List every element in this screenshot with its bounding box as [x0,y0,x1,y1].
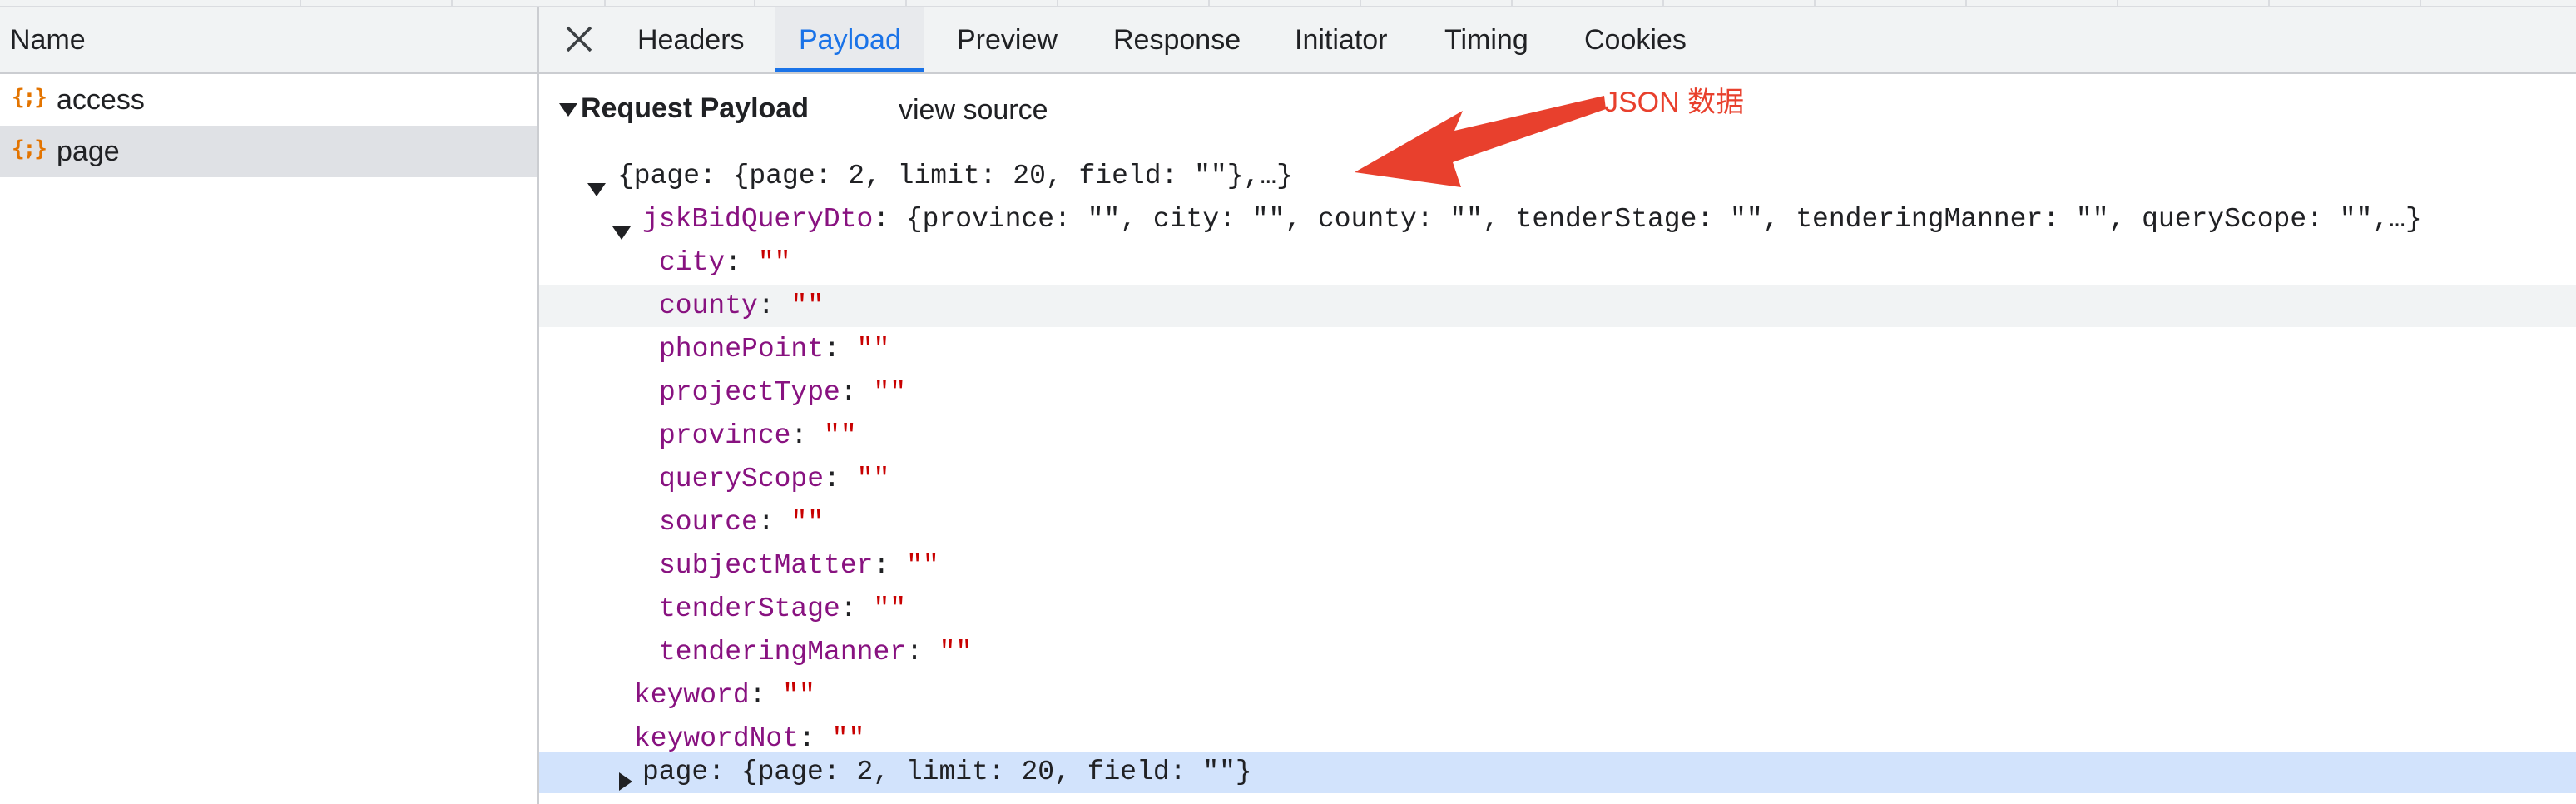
field-value: "" [906,550,939,581]
field-value: "" [873,593,907,624]
tree-field-line[interactable]: phonePoint: "" [539,329,2576,370]
tree-dto-line[interactable]: jskBidQueryDto: {province: "", city: "",… [539,199,2576,241]
section-title: Request Payload [581,92,809,124]
field-value: "" [790,507,825,538]
field-key: tenderStage [659,593,840,624]
annotation-label: JSON 数据 [1604,87,1745,118]
expand-triangle-icon [559,103,577,117]
tree-field-line[interactable]: queryScope: "" [539,459,2576,500]
details-tab-bar: Headers Payload Preview Response Initiat… [539,7,2576,74]
request-list-header[interactable]: Name [0,7,537,74]
request-row-page[interactable]: {;} page [0,126,537,177]
dto-key: jskBidQueryDto [642,204,874,235]
tree-root-line[interactable]: {page: {page: 2, limit: 20, field: ""},…… [539,156,2576,197]
field-key: keyword [634,680,750,711]
field-value: "" [856,334,890,365]
timeline-strip [0,0,2576,7]
field-key: projectType [659,377,840,408]
request-list: Name {;} access {;} page [0,7,539,804]
root-summary: {page: {page: 2, limit: 20, field: ""},…… [617,161,1293,191]
page-key: page [642,757,709,787]
field-key: tenderingManner [659,637,907,668]
name-column-header[interactable]: Name [10,24,86,57]
tree-field-line[interactable]: province: "" [539,415,2576,457]
field-key: source [659,507,758,538]
field-value: "" [856,464,890,494]
tree-keyword-line[interactable]: keyword: "" [539,675,2576,717]
tree-page-line[interactable]: page: {page: 2, limit: 20, field: ""} [539,752,2576,793]
tree-field-line[interactable]: source: "" [539,502,2576,543]
tree-field-line[interactable]: city: "" [539,242,2576,284]
request-row-access[interactable]: {;} access [0,74,537,126]
tab-preview[interactable]: Preview [957,7,1058,72]
tab-timing[interactable]: Timing [1444,7,1528,72]
view-source-link[interactable]: view source [899,94,1048,127]
dto-summary: : {province: "", city: "", county: "", t… [873,204,2422,235]
tab-payload[interactable]: Payload [775,7,924,72]
request-details: Headers Payload Preview Response Initiat… [539,7,2576,804]
field-value: "" [831,723,865,754]
field-value: "" [939,637,973,668]
request-name: page [57,136,120,167]
request-name: access [57,84,145,116]
field-value: "" [824,420,857,451]
tab-headers[interactable]: Headers [637,7,745,72]
tree-field-line[interactable]: tenderStage: "" [539,588,2576,630]
field-key: city [659,247,726,278]
expand-triangle-icon[interactable] [619,763,632,804]
tab-cookies[interactable]: Cookies [1584,7,1687,72]
field-value: "" [790,290,825,321]
tab-response[interactable]: Response [1113,7,1241,72]
field-value: "" [873,377,907,408]
json-file-icon: {;} [12,136,47,161]
tree-field-line[interactable]: subjectMatter: "" [539,545,2576,587]
tab-initiator[interactable]: Initiator [1295,7,1388,72]
field-key: subjectMatter [659,550,874,581]
request-payload-section-toggle[interactable]: Request Payload [559,92,809,125]
field-key: province [659,420,791,451]
field-key: keywordNot [634,723,800,754]
field-value: "" [782,680,815,711]
field-key: phonePoint [659,334,825,365]
close-icon[interactable] [562,22,596,56]
tree-field-line[interactable]: projectType: "" [539,372,2576,414]
field-value: "" [757,247,791,278]
tree-field-line[interactable]: tenderingManner: "" [539,632,2576,673]
field-key: queryScope [659,464,825,494]
json-file-icon: {;} [12,85,47,110]
devtools-network-panel: Name {;} access {;} page Headers Payload… [0,0,2576,804]
field-key: county [659,290,758,321]
page-summary: : {page: 2, limit: 20, field: ""} [708,757,1252,787]
tree-field-line[interactable]: county: "" [539,285,2576,327]
